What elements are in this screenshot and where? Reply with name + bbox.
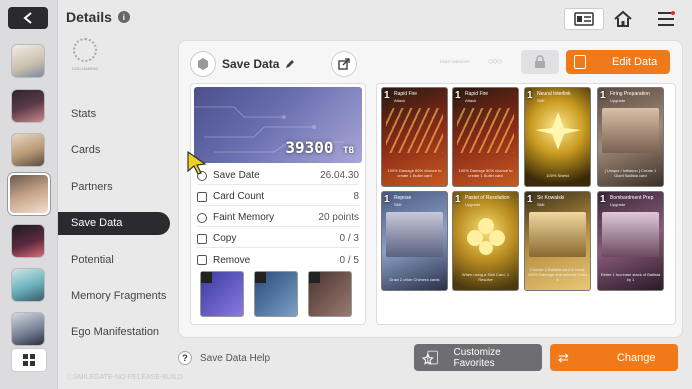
home-button[interactable] bbox=[611, 8, 635, 30]
info-icon[interactable]: i bbox=[117, 11, 130, 23]
row-remove: Remove 0 / 5 bbox=[197, 251, 359, 269]
hamburger-menu-icon bbox=[658, 11, 675, 26]
trash-icon bbox=[197, 255, 207, 265]
card-art bbox=[602, 108, 659, 153]
character-avatar-1[interactable] bbox=[11, 44, 45, 78]
ring-icon bbox=[309, 272, 320, 283]
nav-memory-fragments[interactable]: Memory Fragments bbox=[71, 290, 166, 302]
character-avatar-selected[interactable] bbox=[8, 173, 50, 215]
pencil-icon[interactable] bbox=[285, 59, 295, 69]
equipment-armor[interactable] bbox=[254, 271, 298, 317]
hex-badge-icon bbox=[190, 51, 216, 77]
card-art bbox=[529, 108, 586, 153]
sword-icon bbox=[201, 272, 212, 283]
deck-card[interactable]: 1 Pastel of Resolution Upgrade When usin… bbox=[452, 191, 519, 291]
nav-cards[interactable]: Cards bbox=[71, 144, 100, 156]
card-icon bbox=[197, 191, 207, 202]
lock-button[interactable] bbox=[521, 50, 559, 74]
id-card-icon bbox=[574, 12, 594, 26]
character-avatar-5[interactable] bbox=[11, 224, 45, 258]
deck-card[interactable]: 1 Rapid Fire Attack 100% Damage 80% chan… bbox=[381, 87, 448, 187]
deck-card[interactable]: 1 Firing Preparation Upgrade [ Unique / … bbox=[597, 87, 664, 187]
deck-card[interactable]: 1 Rapid Fire Attack 100% Damage 80% chan… bbox=[452, 87, 519, 187]
row-card-count: Card Count 8 bbox=[197, 188, 359, 206]
change-button[interactable]: ⇄ Change bbox=[550, 344, 678, 371]
character-avatar-6[interactable] bbox=[11, 268, 45, 302]
equipment-weapon[interactable] bbox=[200, 271, 244, 317]
profile-card-button[interactable] bbox=[564, 8, 604, 30]
copy-icon bbox=[197, 233, 207, 244]
menu-button[interactable] bbox=[654, 8, 678, 30]
customize-favorites-button[interactable]: Customize Favorites bbox=[414, 344, 542, 371]
nav-ego-manifestation[interactable]: Ego Manifestation bbox=[71, 326, 159, 338]
nav-save-data[interactable]: Save Data bbox=[58, 212, 170, 235]
share-button[interactable] bbox=[331, 51, 357, 77]
lock-icon bbox=[535, 55, 545, 68]
nav-stats[interactable]: Stats bbox=[71, 108, 96, 120]
deck-card[interactable]: 1 Bombardment Prep Upgrade Retire 1 Incr… bbox=[597, 191, 664, 291]
deck-card[interactable]: 1 Neural Interlink Skill 100% Shield bbox=[524, 87, 591, 187]
card-art bbox=[457, 108, 514, 153]
card-art bbox=[529, 212, 586, 257]
home-icon bbox=[614, 10, 632, 27]
row-save-date: Save Date 26.04.30 bbox=[197, 167, 359, 185]
card-art bbox=[602, 212, 659, 257]
row-faint-memory: Faint Memory 20 points bbox=[197, 209, 359, 227]
card-art bbox=[386, 212, 443, 257]
save-data-header: Save Data bbox=[190, 51, 295, 77]
edit-document-icon bbox=[574, 55, 586, 69]
back-button[interactable] bbox=[8, 7, 48, 29]
edit-data-button[interactable]: Edit Data bbox=[566, 50, 670, 74]
nav-partners[interactable]: Partners bbox=[71, 181, 113, 193]
character-avatar-7[interactable] bbox=[11, 312, 45, 346]
save-data-help[interactable]: ? Save Data Help bbox=[178, 351, 270, 365]
row-copy: Copy 0 / 3 bbox=[197, 230, 359, 248]
character-sidebar bbox=[0, 0, 58, 389]
armor-icon bbox=[255, 272, 266, 283]
swap-arrows-icon: ⇄ bbox=[558, 349, 569, 365]
character-avatar-2[interactable] bbox=[11, 89, 45, 123]
pointer-cursor-icon bbox=[187, 150, 207, 175]
tb-value: 39300 TB bbox=[285, 138, 354, 157]
deck-card[interactable]: 1 Repose Skill Draw 2 other Chimera card… bbox=[381, 191, 448, 291]
equipment-list bbox=[200, 271, 352, 317]
deck-card[interactable]: 1 Sir Kowalski Skill Choose 1 Ballista c… bbox=[524, 191, 591, 291]
star-card-icon bbox=[422, 350, 439, 365]
card-art bbox=[386, 108, 443, 153]
faint-memory-infinity-icon: ○○○ bbox=[488, 56, 502, 66]
page-title: Details i bbox=[66, 9, 130, 25]
memory-icon bbox=[197, 212, 207, 223]
equipment-accessory[interactable] bbox=[308, 271, 352, 317]
sun-emblem-icon bbox=[73, 38, 97, 62]
grid-view-button[interactable] bbox=[11, 348, 47, 372]
nav-potential[interactable]: Potential bbox=[71, 254, 114, 266]
circuit-banner: 39300 TB bbox=[194, 87, 362, 163]
share-icon bbox=[338, 58, 350, 70]
emblem-logo: GOD-NAMING bbox=[68, 38, 102, 78]
card-art bbox=[457, 212, 514, 257]
back-arrow-icon bbox=[23, 12, 32, 24]
character-avatar-3[interactable] bbox=[11, 133, 45, 167]
help-icon: ? bbox=[178, 351, 192, 365]
